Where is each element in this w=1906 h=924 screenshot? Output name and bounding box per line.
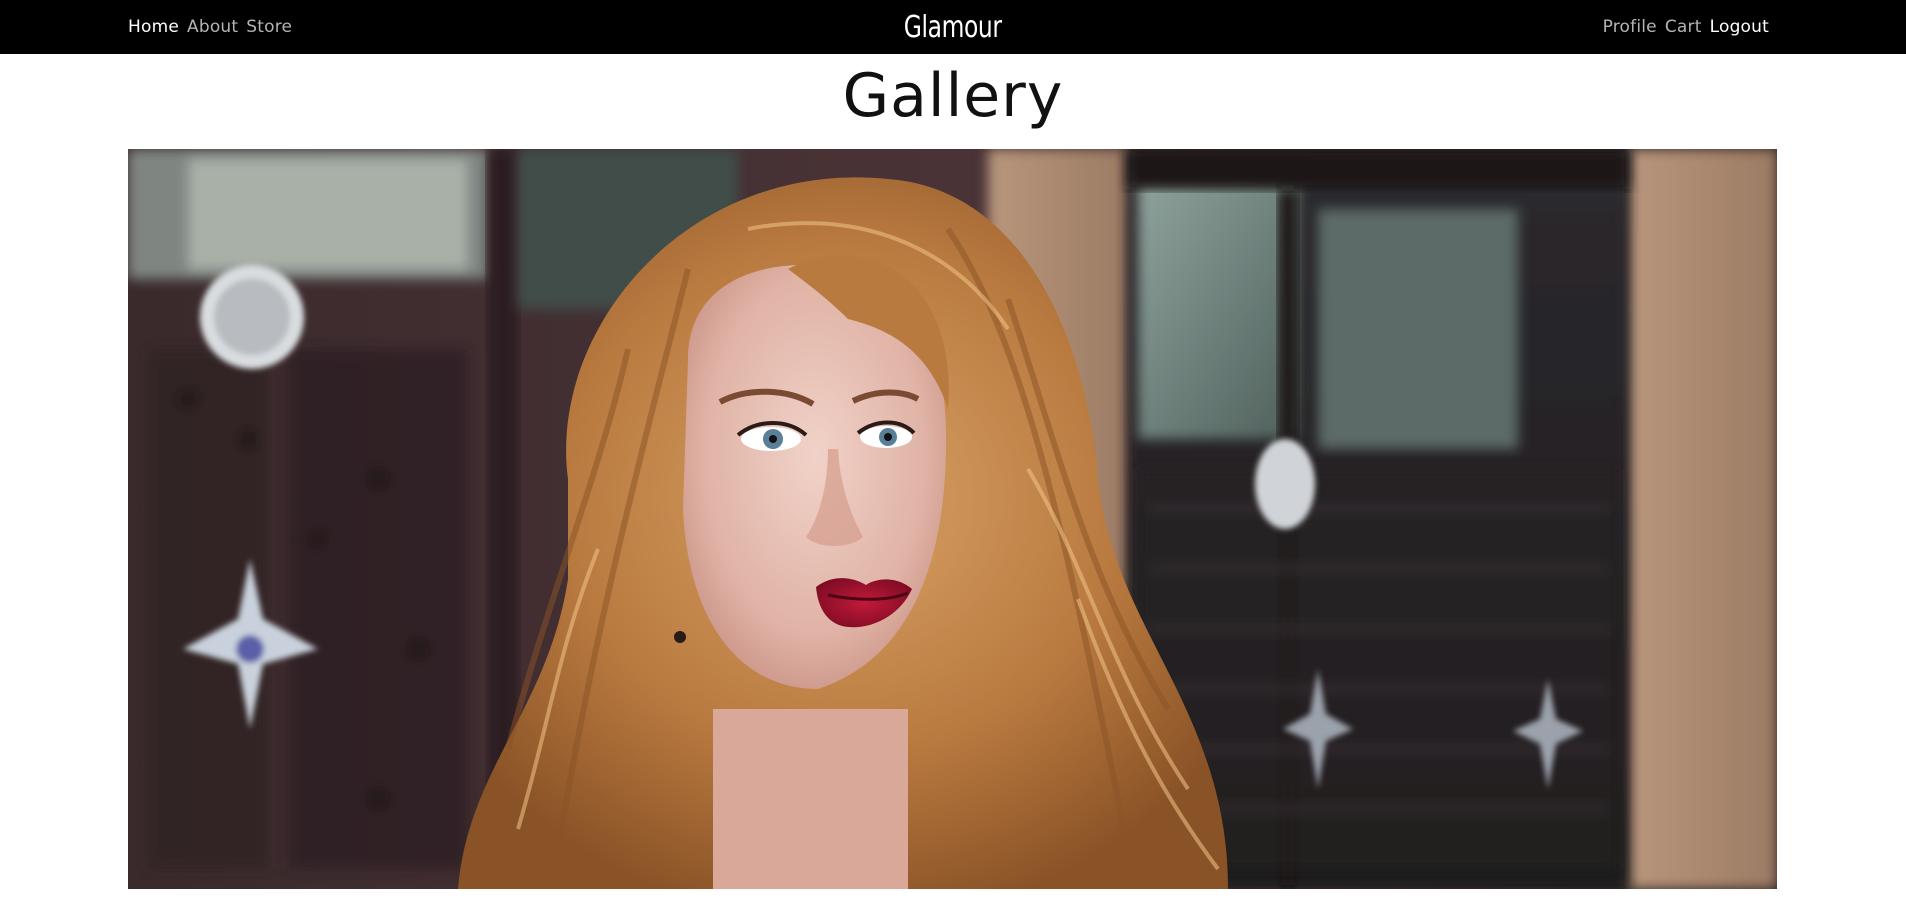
nav-link-logout[interactable]: Logout <box>1710 17 1769 37</box>
nav-link-cart[interactable]: Cart <box>1665 17 1702 37</box>
portrait-photo <box>128 149 1777 889</box>
page-title: Gallery <box>842 61 1064 131</box>
nav-link-about[interactable]: About <box>187 17 238 37</box>
brand-logo[interactable]: Glamour <box>904 10 1002 45</box>
gallery-image <box>128 149 1777 889</box>
top-navbar: Home About Store Glamour Profile Cart Lo… <box>0 0 1906 54</box>
nav-right-links: Profile Cart Logout <box>1603 0 1769 54</box>
nav-link-profile[interactable]: Profile <box>1603 17 1657 37</box>
nav-left-links: Home About Store <box>128 0 292 54</box>
nav-link-store[interactable]: Store <box>246 17 292 37</box>
nav-link-home[interactable]: Home <box>128 17 179 37</box>
